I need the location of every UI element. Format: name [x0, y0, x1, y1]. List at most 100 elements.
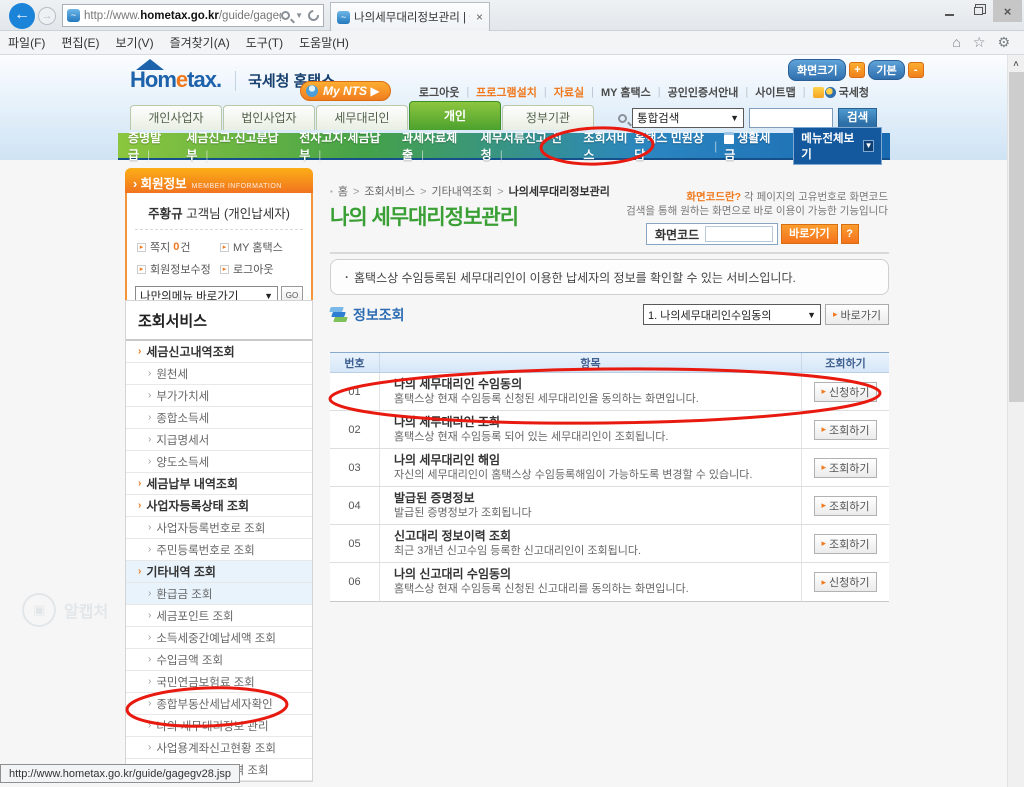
- sidebar-menu-item[interactable]: › 나의 세무대리정보 관리: [126, 715, 312, 737]
- member-name: 주황규 고객님 (개인납세자): [135, 200, 303, 230]
- quick-go-button[interactable]: ▸ 바로가기: [824, 304, 889, 325]
- sidebar-menu-item[interactable]: › 종합소득세: [126, 407, 312, 429]
- home-icon[interactable]: ⌂: [952, 34, 960, 51]
- browser-menu-item[interactable]: 파일(F): [8, 34, 45, 51]
- search-input[interactable]: [749, 108, 833, 128]
- arrow-bullet-icon: ▸: [220, 242, 229, 252]
- arrow-icon: ›: [148, 654, 152, 665]
- sidebar-menu-item[interactable]: › 기타내역 조회: [126, 561, 312, 583]
- member-link[interactable]: ▸ 로그아웃: [220, 261, 303, 277]
- browser-menu-item[interactable]: 도움말(H): [299, 34, 349, 51]
- sidebar-menu-item[interactable]: › 종합부동산세납세자확인: [126, 693, 312, 715]
- row-action-button[interactable]: ▸ 조회하기: [814, 419, 877, 440]
- browser-menu-item[interactable]: 편집(E): [61, 34, 99, 51]
- quick-link-select[interactable]: 1. 나의세무대리인수임동의 ▼: [642, 304, 821, 325]
- search-scope-select[interactable]: 통합검색 ▼: [632, 108, 744, 128]
- url-text[interactable]: http://www.hometax.go.kr/guide/gagegv51.…: [84, 10, 281, 22]
- utility-link[interactable]: 로그아웃: [419, 84, 476, 100]
- section-title: 정보조회: [353, 306, 405, 323]
- sidebar-menu-item[interactable]: › 세금납부 내역조회: [126, 473, 312, 495]
- utility-link[interactable]: 사이트맵: [755, 84, 812, 100]
- sidebar-menu-item[interactable]: › 양도소득세: [126, 451, 312, 473]
- arrow-icon: ›: [138, 566, 142, 577]
- address-bar[interactable]: ~ http://www.hometax.go.kr/guide/gagegv5…: [62, 4, 324, 27]
- favorites-star-icon[interactable]: ☆: [973, 34, 986, 51]
- nav-menu-item[interactable]: 과세자료제출: [402, 129, 481, 163]
- row-action-button[interactable]: ▸ 조회하기: [814, 495, 877, 516]
- nav-menu-item[interactable]: 조회서비스: [583, 129, 634, 163]
- breadcrumb-item[interactable]: 조회서비스: [364, 183, 431, 199]
- member-link[interactable]: ▸ 회원정보수정: [137, 261, 220, 277]
- sidebar-menu-item[interactable]: › 세금포인트 조회: [126, 605, 312, 627]
- browser-menu-item[interactable]: 즐겨찾기(A): [170, 34, 230, 51]
- sidebar-menu-item[interactable]: › 지급명세서: [126, 429, 312, 451]
- nav-consult-link[interactable]: 홈택스 민원상담: [634, 129, 707, 163]
- row-number: 01: [330, 373, 380, 410]
- nav-menu-item[interactable]: 세금신고·신고분납부: [186, 129, 299, 163]
- help-question-button[interactable]: ?: [840, 224, 859, 244]
- sidebar-menu-item[interactable]: › 사업자등록번호로 조회: [126, 517, 312, 539]
- sidebar-menu-item[interactable]: › 주민등록번호로 조회: [126, 539, 312, 561]
- row-action-button[interactable]: ▸ 조회하기: [814, 457, 877, 478]
- row-action-button[interactable]: ▸ 신청하기: [814, 381, 877, 402]
- nav-menu-item[interactable]: 전자고지·세금납부: [299, 129, 402, 163]
- tools-gear-icon[interactable]: ⚙: [997, 34, 1010, 51]
- zoom-in-button[interactable]: +: [849, 62, 866, 78]
- utility-link[interactable]: MY 홈택스: [601, 84, 668, 100]
- member-link[interactable]: ▸ 쪽지 0 건: [137, 239, 220, 255]
- browser-menu-item[interactable]: 도구(T): [246, 34, 283, 51]
- all-menu-button[interactable]: 메뉴전체보기 ▼: [793, 126, 882, 165]
- vertical-scrollbar[interactable]: ˄: [1007, 55, 1024, 787]
- screen-size-button[interactable]: 화면크기: [788, 59, 847, 81]
- nav-menu-item[interactable]: 증명발급: [128, 129, 186, 163]
- site-tab[interactable]: 개인: [409, 101, 501, 130]
- refresh-icon[interactable]: [305, 7, 322, 24]
- nav-lifetax-link[interactable]: 생활세금: [724, 129, 776, 163]
- row-action-button[interactable]: ▸ 신청하기: [814, 572, 877, 592]
- forward-button[interactable]: →: [38, 7, 56, 25]
- utility-link[interactable]: 국세청: [812, 84, 869, 100]
- tab-close-icon[interactable]: ×: [476, 10, 483, 24]
- sidebar-menu-item[interactable]: › 소득세중간예납세액 조회: [126, 627, 312, 649]
- sidebar-menu-item[interactable]: › 사업자등록상태 조회: [126, 495, 312, 517]
- screen-code-go-button[interactable]: 바로가기: [781, 224, 838, 244]
- nav-menu-item[interactable]: 세무서류신고·신청: [481, 129, 584, 163]
- zoom-out-button[interactable]: -: [907, 62, 924, 78]
- minimize-button[interactable]: [935, 0, 964, 22]
- site-tab[interactable]: 법인사업자: [223, 105, 315, 130]
- scrollbar-thumb[interactable]: [1009, 72, 1024, 402]
- site-tab[interactable]: 개인사업자: [130, 105, 222, 130]
- utility-link[interactable]: 자료실: [554, 84, 601, 100]
- utility-link[interactable]: 프로그램설치: [476, 84, 554, 100]
- site-tab[interactable]: 세무대리인: [316, 105, 408, 130]
- search-button[interactable]: 검색: [838, 108, 878, 128]
- site-tab[interactable]: 정부기관: [502, 105, 594, 130]
- back-button[interactable]: ←: [9, 3, 35, 29]
- zoom-default-button[interactable]: 기본: [868, 60, 905, 80]
- sidebar-menu-item[interactable]: › 세금신고내역조회: [126, 341, 312, 363]
- arrow-icon: ▸: [821, 538, 827, 548]
- breadcrumb-item[interactable]: 기타내역조회: [431, 183, 508, 199]
- row-action-button[interactable]: ▸ 조회하기: [814, 533, 877, 554]
- scroll-up-arrow[interactable]: ˄: [1008, 55, 1024, 72]
- row-number: 04: [330, 487, 380, 524]
- sidebar-menu-item[interactable]: › 수입금액 조회: [126, 649, 312, 671]
- sidebar-menu-item[interactable]: › 부가가치세: [126, 385, 312, 407]
- chevron-down-icon[interactable]: ▼: [295, 11, 303, 20]
- screen-code-input[interactable]: [705, 226, 774, 242]
- browser-tab[interactable]: ~ 나의세무대리정보관리 | 국... ×: [330, 2, 490, 31]
- utility-link[interactable]: 공인인증서안내: [668, 84, 756, 100]
- sidebar-menu-item[interactable]: › 원천세: [126, 363, 312, 385]
- sidebar-menu-item[interactable]: › 국민연금보험료 조회: [126, 671, 312, 693]
- member-link[interactable]: ▸ MY 홈택스: [220, 239, 303, 255]
- my-nts-button[interactable]: My NTS ▶: [300, 81, 391, 101]
- breadcrumb-item[interactable]: 홈: [338, 183, 365, 199]
- close-button[interactable]: ×: [993, 0, 1022, 22]
- restore-button[interactable]: [964, 0, 993, 22]
- sidebar-menu-item[interactable]: › 사업용계좌신고현황 조회: [126, 737, 312, 759]
- screen-code-label: 화면코드: [655, 227, 700, 242]
- search-icon[interactable]: [281, 11, 291, 20]
- browser-menu-item[interactable]: 보기(V): [115, 34, 153, 51]
- browser-titlebar: ← → ~ http://www.hometax.go.kr/guide/gag…: [0, 0, 1024, 31]
- sidebar-menu-item[interactable]: › 환급금 조회: [126, 583, 312, 605]
